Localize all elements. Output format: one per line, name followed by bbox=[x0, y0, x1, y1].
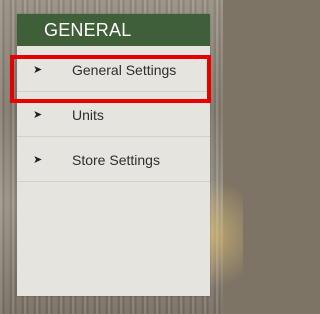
settings-menu: GENERAL ➤ General Settings ➤ Units ➤ Sto… bbox=[17, 14, 210, 296]
menu-item-store-settings[interactable]: ➤ Store Settings bbox=[17, 138, 210, 182]
chevron-right-icon: ➤ bbox=[33, 64, 43, 76]
chevron-right-icon: ➤ bbox=[33, 154, 43, 166]
menu-item-general-settings[interactable]: ➤ General Settings bbox=[17, 48, 210, 92]
chevron-right-icon: ➤ bbox=[33, 109, 43, 121]
menu-item-label: Units bbox=[72, 107, 104, 123]
menu-header: GENERAL bbox=[17, 14, 210, 46]
menu-item-units[interactable]: ➤ Units bbox=[17, 93, 210, 137]
menu-item-label: General Settings bbox=[72, 62, 177, 78]
menu-item-label: Store Settings bbox=[72, 152, 160, 168]
